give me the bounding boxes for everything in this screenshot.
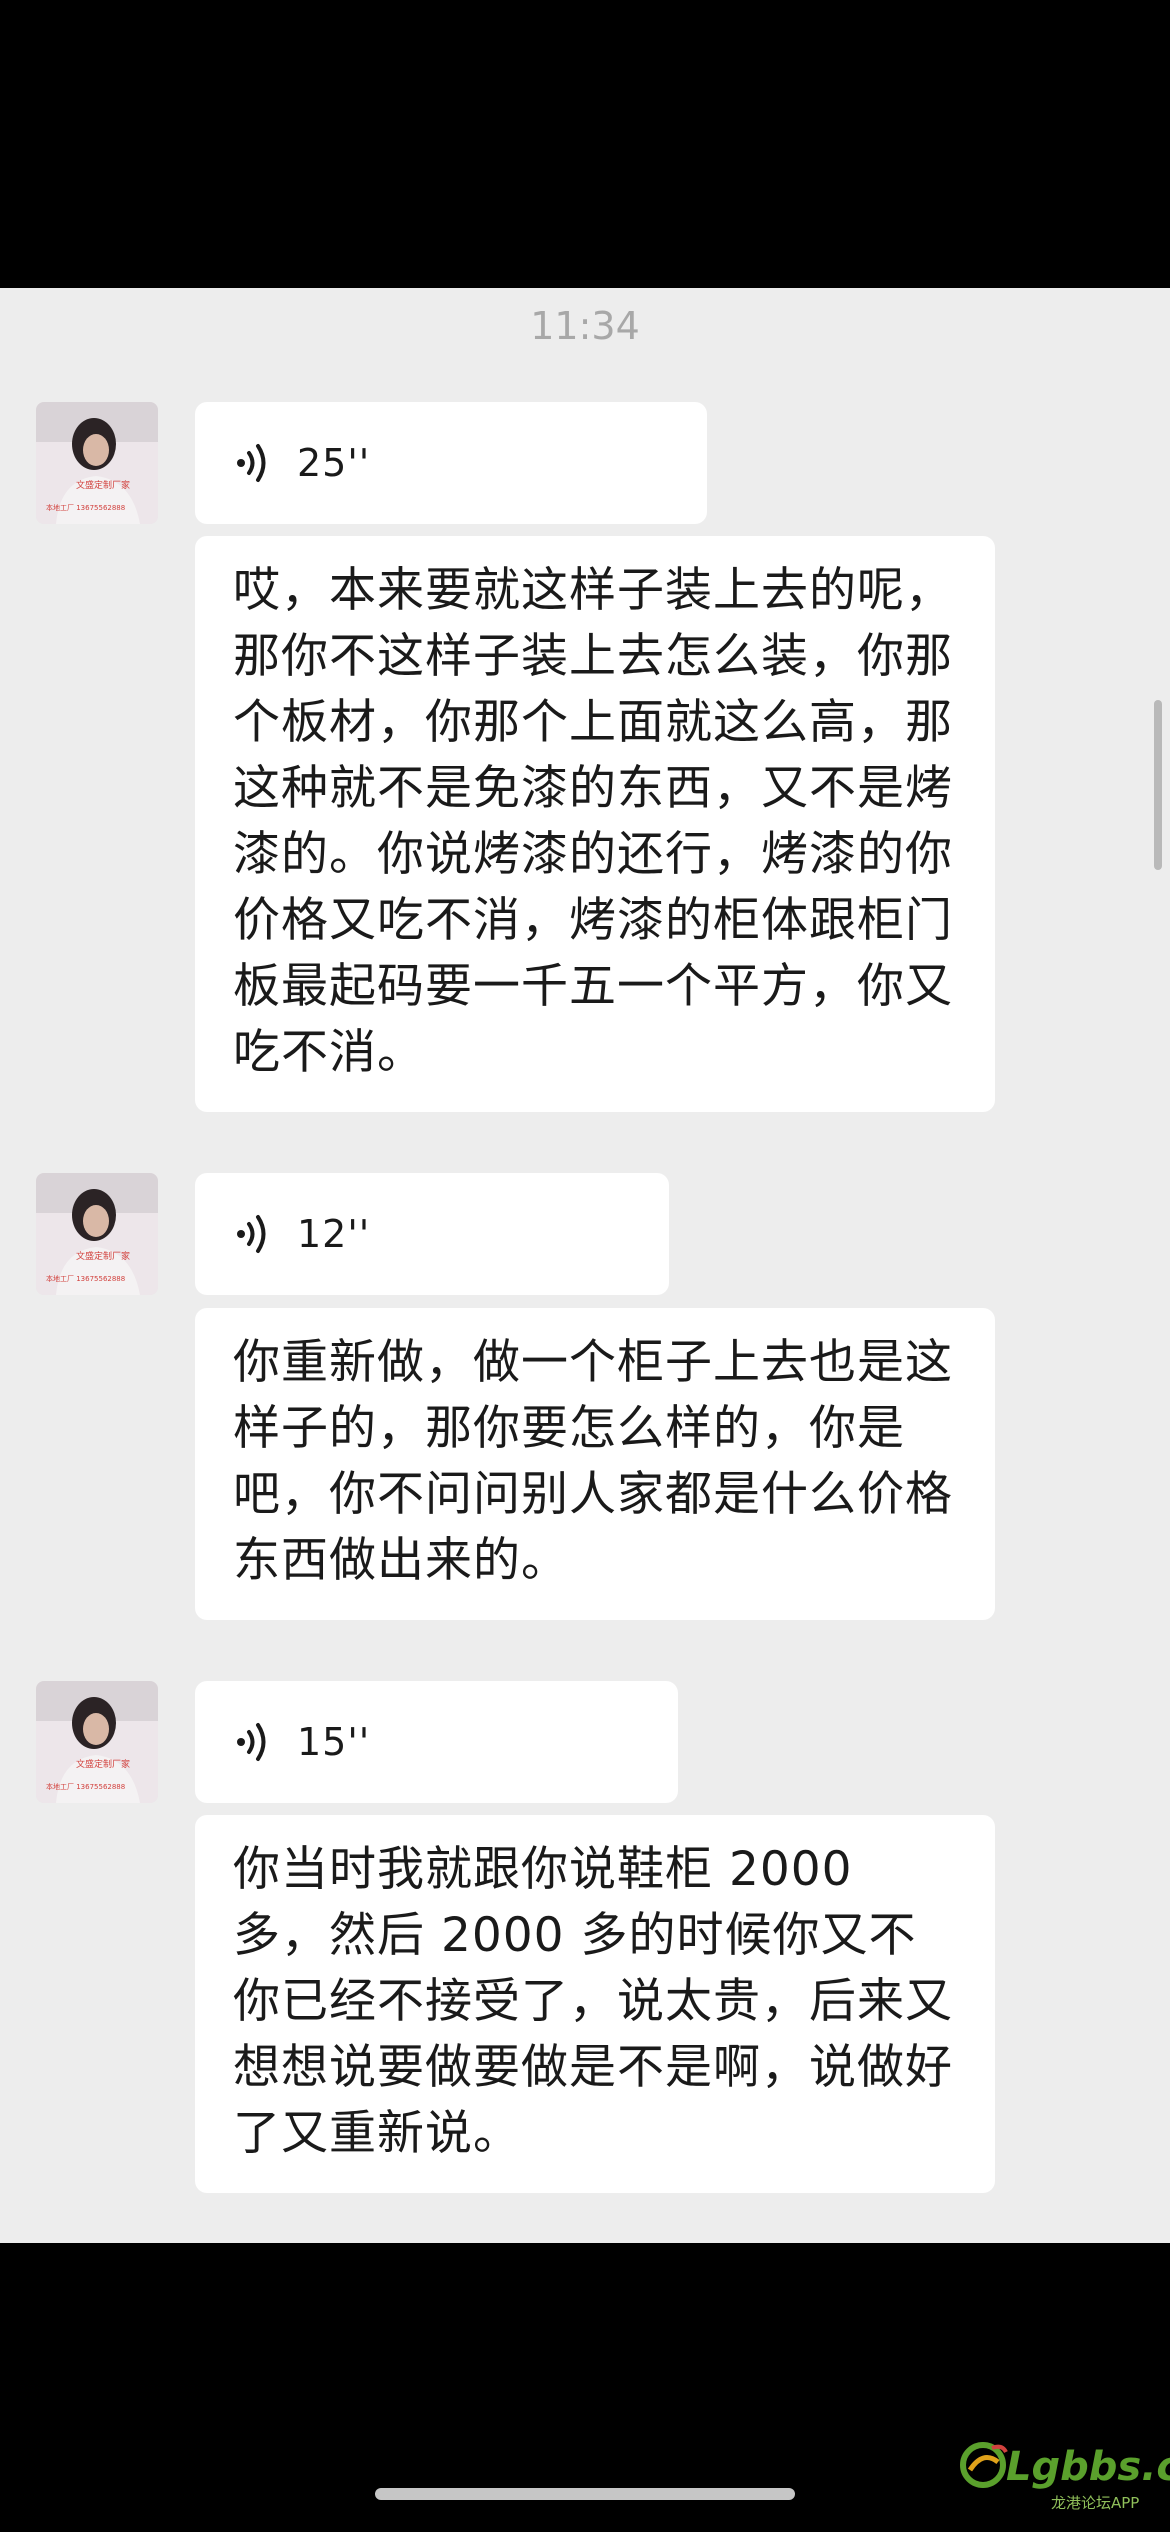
avatar-phone: 本地工厂 13675562888: [46, 1782, 125, 1791]
avatar-caption: 文盛定制厂家: [76, 1250, 130, 1262]
avatar-caption: 文盛定制厂家: [76, 479, 130, 491]
text-message-bubble[interactable]: 你重新做，做一个柜子上去也是这样子的，那你要怎么样的，你是吧，你不问问别人家都是…: [195, 1308, 995, 1620]
watermark-subtext: 龙港论坛APP: [1051, 2494, 1140, 2512]
home-indicator[interactable]: [375, 2488, 795, 2500]
watermark-swirl-icon: [960, 2442, 1008, 2488]
avatar-phone: 本地工厂 13675562888: [46, 503, 125, 512]
voice-wave-icon: [237, 1215, 266, 1253]
text-message-bubble[interactable]: 你当时我就跟你说鞋柜 2000 多，然后 2000 多的时候你又不你已经不接受了…: [195, 1815, 995, 2193]
voice-wave-icon: [237, 1723, 266, 1761]
chat-screen: 11:34 文盛定制厂家 本地工厂 13675562888 25'' 哎，本来要…: [0, 0, 1170, 2532]
scrollbar[interactable]: [1154, 700, 1162, 870]
text-message-bubble[interactable]: 哎，本来要就这样子装上去的呢，那你不这样子装上去怎么装，你那个板材，你那个上面就…: [195, 536, 995, 1112]
voice-wave-icon: [237, 444, 266, 482]
avatar[interactable]: 文盛定制厂家 本地工厂 13675562888: [36, 1173, 158, 1295]
watermark-text: Lgbbs.cn: [1006, 2444, 1170, 2490]
voice-duration: 12'': [297, 1212, 371, 1256]
avatar[interactable]: 文盛定制厂家 本地工厂 13675562888: [36, 402, 158, 524]
avatar-phone: 本地工厂 13675562888: [46, 1274, 125, 1283]
voice-message-bubble[interactable]: 25'': [195, 402, 707, 524]
chat-message-list[interactable]: 11:34 文盛定制厂家 本地工厂 13675562888 25'' 哎，本来要…: [0, 288, 1170, 2243]
avatar[interactable]: 文盛定制厂家 本地工厂 13675562888: [36, 1681, 158, 1803]
chat-timestamp: 11:34: [530, 304, 640, 348]
voice-message-bubble[interactable]: 15'': [195, 1681, 678, 1803]
avatar-caption: 文盛定制厂家: [76, 1758, 130, 1770]
voice-message-bubble[interactable]: 12'': [195, 1173, 669, 1295]
watermark-logo: Lgbbs.cn 龙港论坛APP: [956, 2430, 1170, 2520]
voice-duration: 15'': [297, 1720, 371, 1764]
voice-duration: 25'': [297, 441, 371, 485]
